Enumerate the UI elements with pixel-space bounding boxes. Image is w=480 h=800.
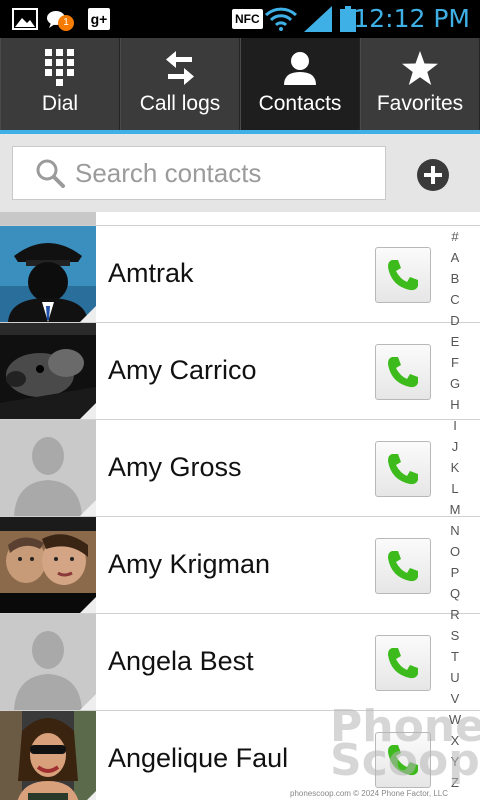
contact-name: Amy Carrico (108, 355, 257, 385)
search-bar: Search contacts (0, 134, 480, 212)
contact-row[interactable]: Amtrak (0, 226, 480, 323)
notification-badge: 1 (58, 15, 74, 31)
index-letter[interactable]: D (440, 310, 470, 331)
search-icon (35, 158, 73, 188)
tab-dial[interactable]: Dial (0, 38, 120, 130)
index-letter[interactable]: S (440, 625, 470, 646)
wifi-icon (264, 6, 298, 32)
status-bar: 1 g+ NFC 12:12 PM (0, 0, 480, 38)
index-letter[interactable]: N (440, 520, 470, 541)
tab-bar: Dial Call logs Contacts Favorites (0, 38, 480, 130)
contact-name: Amtrak (108, 258, 194, 288)
gallery-icon (12, 6, 38, 32)
index-letter[interactable]: L (440, 478, 470, 499)
tab-call-logs[interactable]: Call logs (120, 38, 240, 130)
contact-row[interactable]: Amy Carrico (0, 323, 480, 420)
call-button[interactable] (375, 635, 431, 691)
avatar (0, 517, 96, 613)
index-letter[interactable]: P (440, 562, 470, 583)
call-button[interactable] (375, 538, 431, 594)
phone-icon (388, 260, 418, 291)
avatar (0, 226, 96, 322)
add-contact-button[interactable] (416, 158, 450, 192)
signal-icon (304, 6, 332, 32)
call-button[interactable] (375, 441, 431, 497)
contact-name: Angelique Faul (108, 743, 289, 773)
phone-icon (388, 648, 418, 679)
avatar (0, 614, 96, 710)
tab-label: Favorites (376, 92, 464, 115)
index-letter[interactable]: A (440, 247, 470, 268)
contact-row[interactable]: Angela Best (0, 614, 480, 711)
contact-row[interactable]: Amy Krigman (0, 517, 480, 614)
index-letter[interactable]: E (440, 331, 470, 352)
index-letter[interactable]: F (440, 352, 470, 373)
avatar (0, 212, 96, 225)
contact-row[interactable]: Amy Gross (0, 420, 480, 517)
contact-name: Angela Best (108, 646, 254, 676)
index-letter[interactable]: U (440, 667, 470, 688)
plus-icon (417, 159, 449, 191)
index-letter[interactable]: M (440, 499, 470, 520)
search-input[interactable]: Search contacts (12, 146, 386, 200)
arrows-icon (166, 48, 194, 88)
avatar (0, 711, 96, 800)
tab-contacts[interactable]: Contacts (240, 38, 360, 130)
tab-label: Call logs (139, 92, 221, 115)
search-placeholder: Search contacts (75, 157, 262, 188)
tab-label: Dial (41, 92, 79, 115)
watermark: Phone Scoop (330, 701, 480, 786)
phone-icon (388, 454, 418, 485)
contact-name: Amy Gross (108, 452, 242, 482)
footer-credit: phonescoop.com © 2024 Phone Factor, LLC (290, 789, 448, 798)
tab-favorites[interactable]: Favorites (360, 38, 480, 130)
call-button[interactable] (375, 247, 431, 303)
contact-name: Amy Krigman (108, 549, 271, 579)
phone-icon (388, 357, 418, 388)
index-letter[interactable]: O (440, 541, 470, 562)
google-plus-icon: g+ (88, 8, 110, 30)
avatar (0, 420, 96, 516)
index-letter[interactable]: K (440, 457, 470, 478)
call-button[interactable] (375, 344, 431, 400)
index-letter[interactable]: T (440, 646, 470, 667)
star-icon (402, 48, 438, 88)
tab-label: Contacts (258, 92, 342, 115)
index-letter[interactable]: I (440, 415, 470, 436)
index-letter[interactable]: B (440, 268, 470, 289)
dialpad-icon (45, 48, 75, 88)
index-letter[interactable]: J (440, 436, 470, 457)
index-letter[interactable]: Q (440, 583, 470, 604)
index-letter[interactable]: G (440, 373, 470, 394)
nfc-icon: NFC (232, 9, 263, 29)
index-letter[interactable]: R (440, 604, 470, 625)
person-icon (283, 48, 317, 88)
index-letter[interactable]: H (440, 394, 470, 415)
phone-icon (388, 551, 418, 582)
avatar (0, 323, 96, 419)
index-letter[interactable]: # (440, 226, 470, 247)
index-letter[interactable]: C (440, 289, 470, 310)
status-time: 12:12 PM (353, 4, 470, 33)
list-item-partial (0, 212, 480, 226)
